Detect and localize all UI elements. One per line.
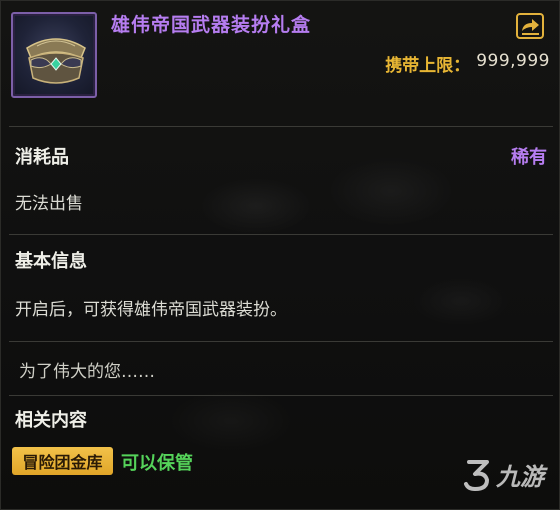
basic-info-title: 基本信息 [15, 251, 87, 272]
adventure-bank-badge: 冒险团金库 [12, 447, 113, 475]
divider [9, 395, 553, 396]
item-category: 消耗品 [15, 147, 69, 168]
watermark-text: 九游 [496, 463, 544, 491]
related-title: 相关内容 [15, 410, 87, 431]
watermark: 九游 [463, 457, 544, 492]
share-arrow-icon [522, 19, 539, 35]
nine-logo-icon [464, 459, 489, 491]
divider [9, 126, 553, 127]
carry-limit-value: 999,999 [476, 51, 550, 71]
item-tooltip: 雄伟帝国武器装扮礼盒 携带上限： 999,999 消耗品 稀有 无法出售 基本信… [0, 0, 560, 510]
flavor-text: 为了伟大的您…… [19, 362, 155, 382]
sell-status: 无法出售 [15, 194, 83, 214]
treasure-box-icon [26, 38, 86, 84]
rarity-label: 稀有 [511, 147, 547, 168]
item-icon-frame[interactable] [11, 12, 97, 98]
storage-status: 可以保管 [121, 453, 193, 474]
divider [9, 234, 553, 235]
divider [9, 341, 553, 342]
carry-limit: 携带上限： 999,999 [385, 51, 550, 76]
item-name: 雄伟帝国武器装扮礼盒 [111, 14, 312, 36]
share-button[interactable] [516, 13, 544, 39]
carry-limit-label: 携带上限： [385, 56, 471, 76]
basic-info-description: 开启后，可获得雄伟帝国武器装扮。 [15, 300, 287, 320]
